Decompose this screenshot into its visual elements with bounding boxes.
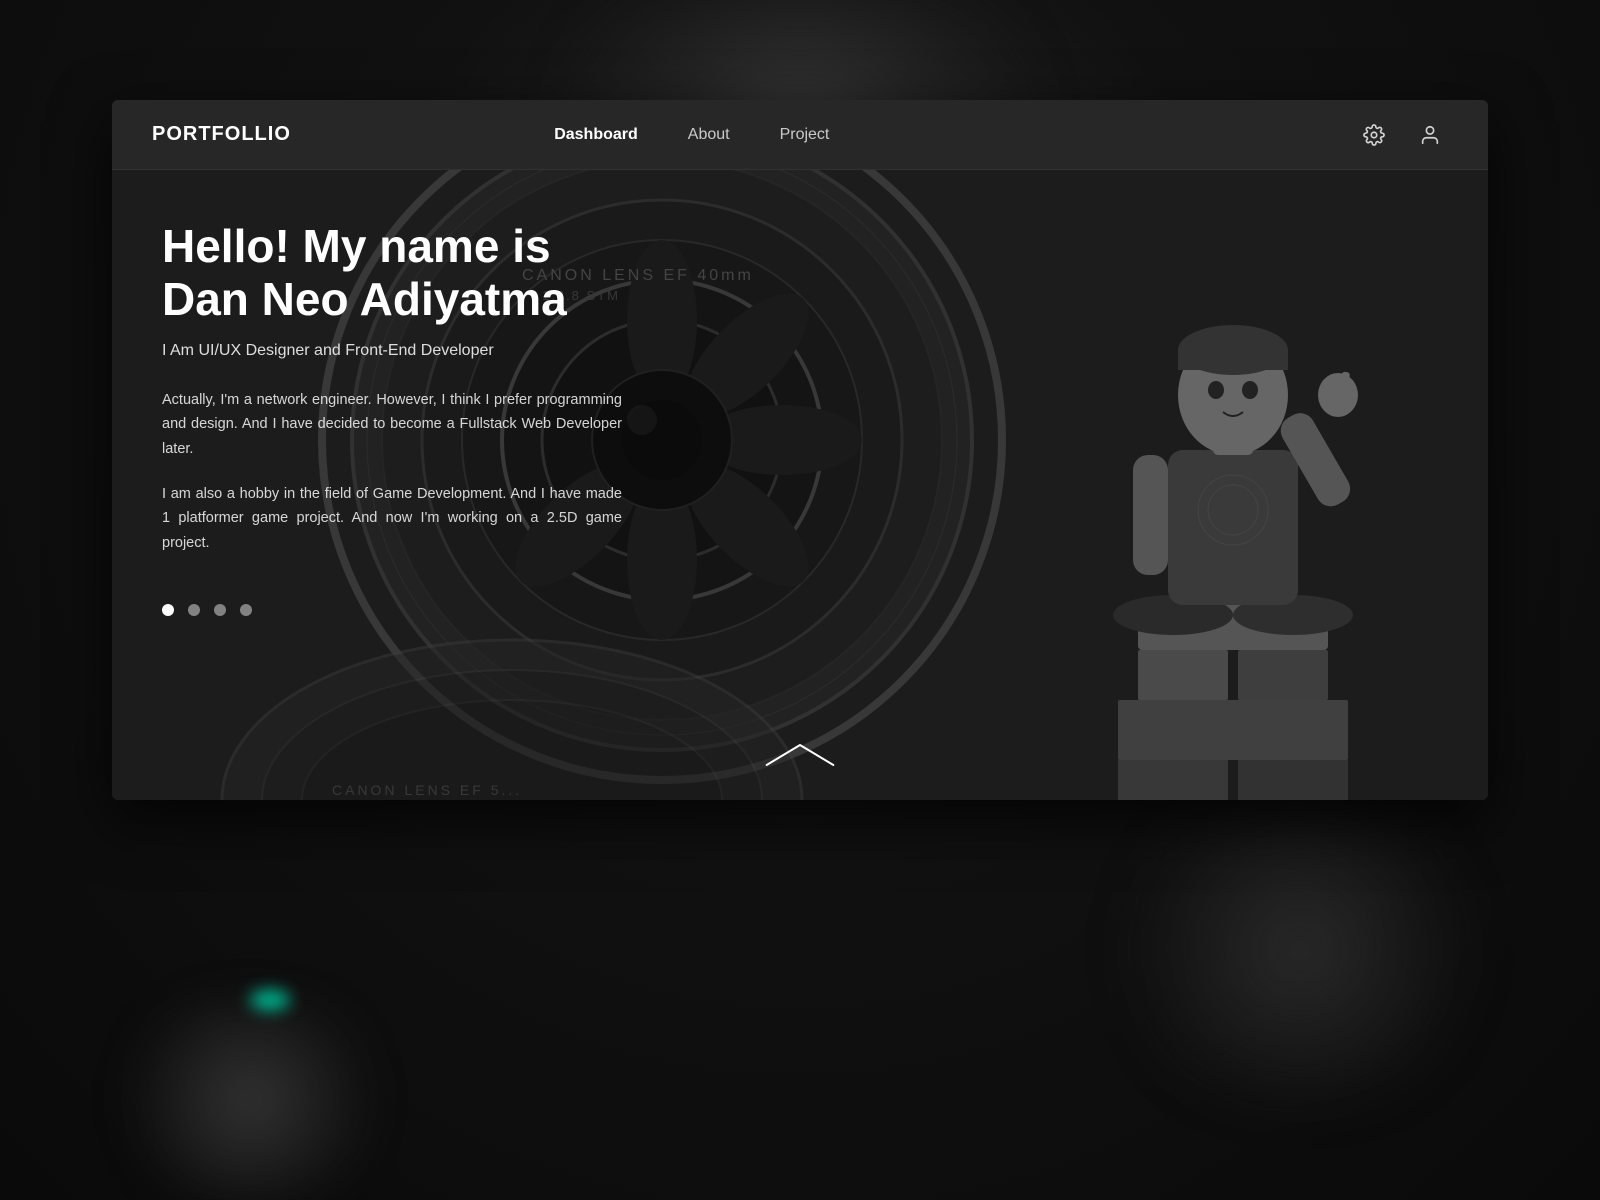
nav-menu: Dashboard About Project <box>554 126 829 144</box>
nav-item-project[interactable]: Project <box>780 126 830 144</box>
settings-button[interactable] <box>1356 117 1392 153</box>
bg-blob-bottom-left <box>100 1000 400 1200</box>
bg-blob-bottom-right <box>1100 800 1500 1100</box>
hero-section: CANON LENS EF 40mm 1:2.8 STM CANON LENS … <box>112 170 1488 800</box>
user-icon <box>1419 124 1441 146</box>
main-window: PORTFOLLIO Dashboard About Project <box>112 100 1488 800</box>
user-button[interactable] <box>1412 117 1448 153</box>
hero-title-line1: Hello! My name is <box>162 220 551 272</box>
bg-green-accent <box>250 990 290 1010</box>
navbar-icons <box>1356 117 1448 153</box>
dot-4[interactable] <box>240 604 252 616</box>
hero-dots <box>162 604 622 616</box>
nav-item-dashboard[interactable]: Dashboard <box>554 126 638 144</box>
scroll-up-button[interactable] <box>760 735 840 780</box>
dot-3[interactable] <box>214 604 226 616</box>
hero-body-2: I am also a hobby in the field of Game D… <box>162 482 622 556</box>
hero-title-line2: Dan Neo Adiyatma <box>162 273 567 325</box>
hero-text-content: Hello! My name is Dan Neo Adiyatma I Am … <box>112 170 672 800</box>
brand-logo: PORTFOLLIO <box>152 123 291 146</box>
hero-subtitle: I Am UI/UX Designer and Front-End Develo… <box>162 342 622 360</box>
dot-1[interactable] <box>162 604 174 616</box>
hero-body-1: Actually, I'm a network engineer. Howeve… <box>162 388 622 462</box>
navbar: PORTFOLLIO Dashboard About Project <box>112 100 1488 170</box>
hero-title: Hello! My name is Dan Neo Adiyatma <box>162 220 622 326</box>
gear-icon <box>1363 124 1385 146</box>
nav-item-about[interactable]: About <box>688 126 730 144</box>
hero-image-area <box>788 170 1488 800</box>
chevron-up-icon <box>760 735 840 775</box>
person-figure <box>1058 220 1408 800</box>
dot-2[interactable] <box>188 604 200 616</box>
